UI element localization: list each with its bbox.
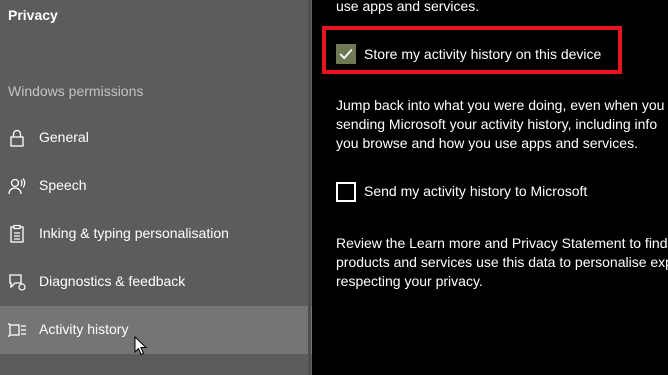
sidebar-item-general[interactable]: General <box>0 114 312 162</box>
sidebar-item-activity-history[interactable]: Activity history <box>0 306 312 354</box>
send-activity-checkbox[interactable] <box>336 182 356 202</box>
sidebar-item-label: Speech <box>39 177 87 193</box>
sidebar: Privacy Windows permissions General Spee… <box>0 0 312 375</box>
send-activity-label[interactable]: Send my activity history to Microsoft <box>364 183 587 199</box>
previous-paragraph-tail: use apps and services. <box>336 0 480 14</box>
store-activity-label[interactable]: Store my activity history on this device <box>364 46 601 62</box>
sidebar-item-label: Inking & typing personalisation <box>39 225 229 241</box>
activity-description-line-1: Jump back into what you were doing, even… <box>336 97 665 113</box>
activity-description-line-2: sending Microsoft your activity history,… <box>336 116 658 132</box>
sidebar-title: Privacy <box>8 7 58 23</box>
sidebar-item-speech[interactable]: Speech <box>0 162 312 210</box>
checkmark-icon <box>339 48 353 60</box>
sidebar-scrollbar[interactable] <box>308 0 311 375</box>
sidebar-item-label: Activity history <box>39 321 129 337</box>
sidebar-item-label: Diagnostics & feedback <box>39 273 186 289</box>
sidebar-item-inking-typing[interactable]: Inking & typing personalisation <box>0 210 312 258</box>
store-activity-checkbox[interactable] <box>336 44 356 64</box>
privacy-review-line-1: Review the Learn more and Privacy Statem… <box>336 235 668 251</box>
windows-permissions-label: Windows permissions <box>8 83 144 99</box>
privacy-review-line-2: products and services use this data to p… <box>336 254 668 270</box>
speech-icon <box>8 178 26 195</box>
mouse-cursor-icon <box>134 336 148 356</box>
sidebar-item-diagnostics-feedback[interactable]: Diagnostics & feedback <box>0 258 312 306</box>
feedback-icon <box>9 274 26 291</box>
privacy-review-line-3: respecting your privacy. <box>336 273 483 289</box>
activity-history-panel: use apps and services. Store my activity… <box>312 0 668 375</box>
lock-icon <box>10 129 24 147</box>
activity-description-line-3: you browse and how you use apps and serv… <box>336 135 638 151</box>
timeline-icon <box>8 323 26 337</box>
sidebar-item-label: General <box>39 129 89 145</box>
clipboard-icon <box>10 224 24 243</box>
